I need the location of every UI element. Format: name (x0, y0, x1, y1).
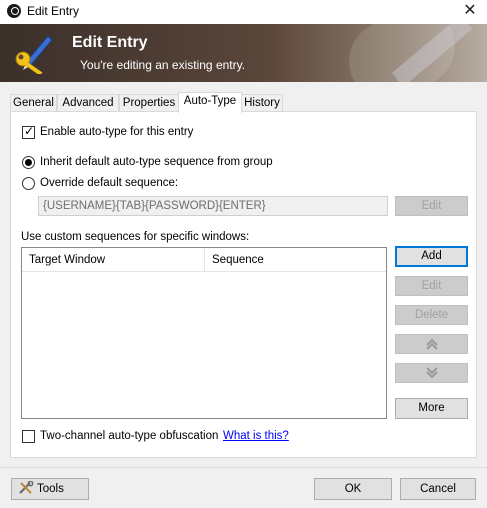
move-up-button[interactable] (395, 334, 468, 354)
key-pen-icon (15, 35, 53, 74)
window-title: Edit Entry (27, 4, 80, 18)
tab-general[interactable]: General (10, 94, 57, 112)
inherit-sequence-label[interactable]: Inherit default auto-type sequence from … (40, 156, 273, 168)
default-sequence-field: {USERNAME}{TAB}{PASSWORD}{ENTER} (38, 196, 388, 216)
close-icon[interactable]: ✕ (453, 0, 487, 24)
custom-sequences-label: Use custom sequences for specific window… (21, 231, 250, 243)
override-sequence-label[interactable]: Override default sequence: (40, 177, 178, 189)
what-is-this-link[interactable]: What is this? (223, 430, 289, 442)
tools-label: Tools (37, 483, 64, 495)
tab-auto-type[interactable]: Auto-Type (178, 92, 242, 113)
enable-auto-type-label[interactable]: Enable auto-type for this entry (40, 126, 193, 138)
obfuscation-checkbox[interactable] (22, 430, 35, 443)
footer-divider (0, 467, 487, 468)
tab-history[interactable]: History (241, 94, 283, 112)
banner-heading: Edit Entry (72, 34, 148, 51)
header-banner: Edit Entry You're editing an existing en… (0, 24, 487, 82)
delete-button[interactable]: Delete (395, 305, 468, 325)
title-bar: Edit Entry ✕ (0, 0, 487, 24)
column-header-sequence[interactable]: Sequence (205, 248, 386, 272)
tools-button[interactable]: Tools (11, 478, 89, 500)
double-chevron-up-icon (425, 338, 438, 350)
add-button[interactable]: Add (395, 246, 468, 267)
obfuscation-label[interactable]: Two-channel auto-type obfuscation (40, 430, 218, 442)
cancel-button[interactable]: Cancel (400, 478, 476, 500)
column-header-target-window[interactable]: Target Window (22, 248, 205, 272)
list-header: Target Window Sequence (22, 248, 386, 272)
custom-sequences-list[interactable]: Target Window Sequence (21, 247, 387, 419)
override-sequence-radio[interactable] (22, 177, 35, 190)
enable-auto-type-checkbox[interactable] (22, 124, 35, 139)
move-down-button[interactable] (395, 363, 468, 383)
double-chevron-down-icon (425, 367, 438, 379)
more-button[interactable]: More (395, 398, 468, 419)
tab-properties[interactable]: Properties (119, 94, 179, 112)
edit-button[interactable]: Edit (395, 276, 468, 296)
inherit-sequence-radio[interactable] (22, 156, 35, 169)
banner-subheading: You're editing an existing entry. (80, 58, 246, 72)
keepass-lock-icon (7, 4, 21, 18)
tools-icon (19, 480, 34, 494)
sequence-edit-button[interactable]: Edit (395, 196, 468, 216)
ok-button[interactable]: OK (314, 478, 392, 500)
tab-advanced[interactable]: Advanced (57, 94, 119, 112)
